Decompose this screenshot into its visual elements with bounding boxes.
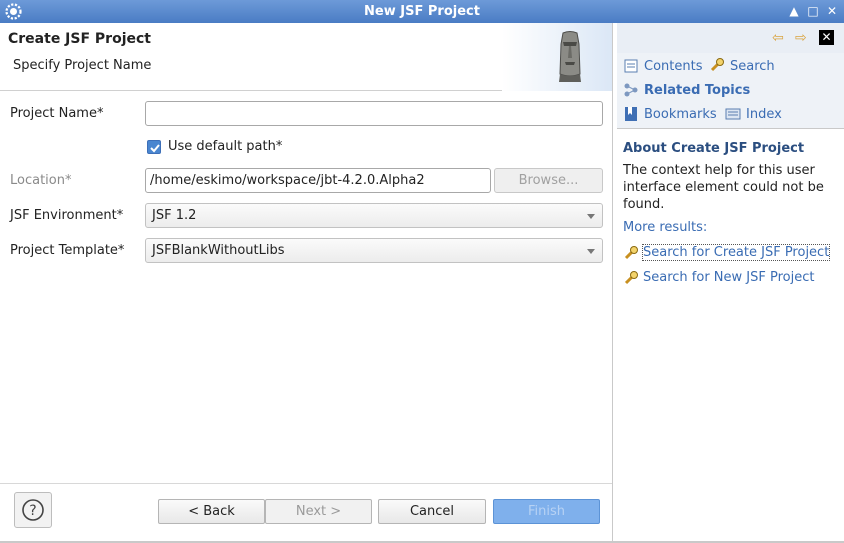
use-default-path-label[interactable]: Use default path*: [168, 139, 282, 154]
tab-related-topics[interactable]: Related Topics: [644, 83, 750, 98]
about-text: The context help for this user interface…: [623, 163, 824, 212]
help-icon: ?: [22, 499, 44, 521]
forward-arrow-icon[interactable]: ⇨: [795, 31, 811, 45]
project-name-label: Project Name*: [10, 106, 104, 121]
wizard-panel: Create JSF Project Specify Project Name …: [0, 23, 613, 543]
contents-book-icon: [624, 59, 638, 73]
window-title: New JSF Project: [364, 4, 480, 19]
window-titlebar: New JSF Project ▲ □ ✕: [0, 0, 844, 23]
help-toolbar: ⇦ ⇨ ✕: [617, 23, 844, 53]
tab-contents[interactable]: Contents: [644, 59, 702, 74]
project-template-select[interactable]: JSFBlankWithoutLibs: [145, 238, 603, 263]
project-name-input[interactable]: [145, 101, 603, 126]
finish-button[interactable]: Finish: [493, 499, 600, 524]
maximize-icon[interactable]: □: [805, 3, 821, 19]
restore-icon[interactable]: ▲: [786, 3, 802, 19]
help-tabs: Contents Search Related Topics Bookmarks…: [617, 53, 844, 129]
wizard-header: Create JSF Project Specify Project Name: [0, 23, 612, 91]
next-button[interactable]: Next >: [265, 499, 372, 524]
jsf-environment-select[interactable]: JSF 1.2: [145, 203, 603, 228]
jsf-environment-label: JSF Environment*: [10, 208, 124, 223]
bookmarks-icon: [625, 107, 637, 121]
related-topics-icon: [624, 83, 638, 97]
wizard-subtitle: Specify Project Name: [13, 58, 152, 73]
svg-text:?: ?: [29, 503, 36, 519]
close-window-icon[interactable]: ✕: [824, 3, 840, 19]
jsf-environment-value: JSF 1.2: [152, 208, 197, 223]
close-help-icon[interactable]: ✕: [819, 30, 834, 45]
location-input[interactable]: [145, 168, 491, 193]
search-flashlight-icon: [624, 271, 638, 285]
chevron-down-icon: [587, 214, 595, 219]
search-flashlight-icon: [624, 246, 638, 260]
search-result-link[interactable]: Search for New JSF Project: [643, 270, 814, 285]
help-panel: ⇦ ⇨ ✕ Contents Search Related Topics Boo…: [617, 23, 844, 543]
help-button[interactable]: ?: [14, 492, 52, 528]
location-label: Location*: [10, 173, 72, 188]
back-arrow-icon[interactable]: ⇦: [772, 31, 788, 45]
wizard-title: Create JSF Project: [8, 31, 151, 47]
chevron-down-icon: [587, 249, 595, 254]
search-flashlight-icon: [710, 58, 724, 72]
use-default-path-checkbox[interactable]: [147, 140, 161, 154]
moai-statue-icon: [559, 31, 581, 82]
browse-button[interactable]: Browse...: [494, 168, 603, 193]
checkmark-icon: [150, 144, 160, 153]
footer-separator: [0, 483, 612, 484]
index-icon: [725, 108, 741, 120]
tab-bookmarks[interactable]: Bookmarks: [644, 107, 717, 122]
tab-search[interactable]: Search: [730, 59, 775, 74]
more-results-label: More results:: [623, 220, 708, 235]
about-title: About Create JSF Project: [623, 141, 805, 156]
project-template-label: Project Template*: [10, 243, 125, 258]
search-result-link[interactable]: Search for Create JSF Project: [641, 244, 831, 261]
cancel-button[interactable]: Cancel: [378, 499, 486, 524]
project-template-value: JSFBlankWithoutLibs: [152, 243, 285, 258]
back-button[interactable]: < Back: [158, 499, 265, 524]
tab-index[interactable]: Index: [746, 107, 782, 122]
